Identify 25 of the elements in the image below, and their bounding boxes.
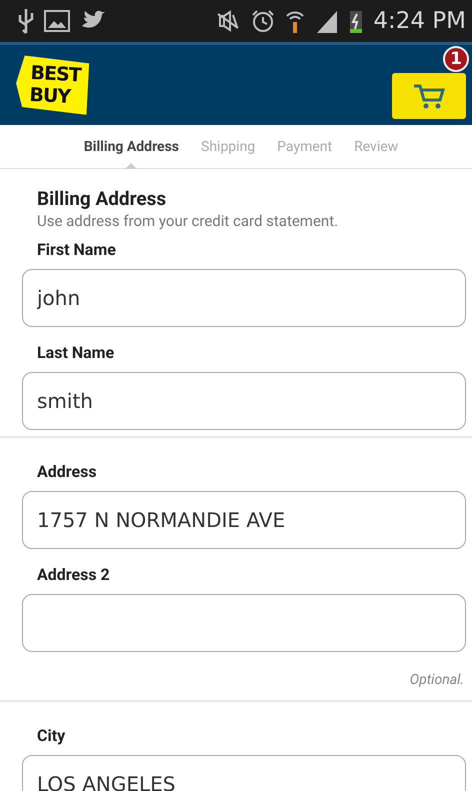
field-label: First Name bbox=[37, 240, 117, 259]
section-title: Billing Address bbox=[37, 187, 168, 210]
input-field[interactable]: john bbox=[22, 269, 466, 327]
optional-hint: Optional. bbox=[408, 672, 464, 688]
input-field[interactable]: 1757 N NORMANDIE AVE bbox=[22, 491, 466, 549]
field-label: Last Name bbox=[37, 343, 116, 362]
alarm-icon bbox=[251, 9, 276, 33]
status-time: 4:24 PM bbox=[373, 8, 466, 34]
image-icon bbox=[44, 9, 70, 33]
input-field[interactable] bbox=[22, 594, 466, 652]
field-label: Address bbox=[37, 462, 98, 481]
step-tab[interactable]: Billing Address bbox=[82, 124, 182, 168]
input-field[interactable]: smith bbox=[22, 372, 466, 430]
cart-icon bbox=[412, 82, 446, 110]
field-label: Address 2 bbox=[37, 565, 111, 584]
mute-icon bbox=[215, 10, 242, 32]
logo[interactable]: BEST BUY bbox=[14, 55, 90, 115]
field-label: City bbox=[37, 726, 66, 745]
input-field[interactable]: LOS ANGELES bbox=[22, 755, 466, 791]
cart-count-badge: 1 bbox=[443, 46, 469, 72]
battery-icon bbox=[349, 8, 364, 34]
cart-button[interactable] bbox=[392, 73, 466, 119]
signal-icon bbox=[315, 9, 340, 33]
usb-icon bbox=[18, 7, 34, 35]
section-subtitle: Use address from your credit card statement. bbox=[37, 212, 340, 230]
